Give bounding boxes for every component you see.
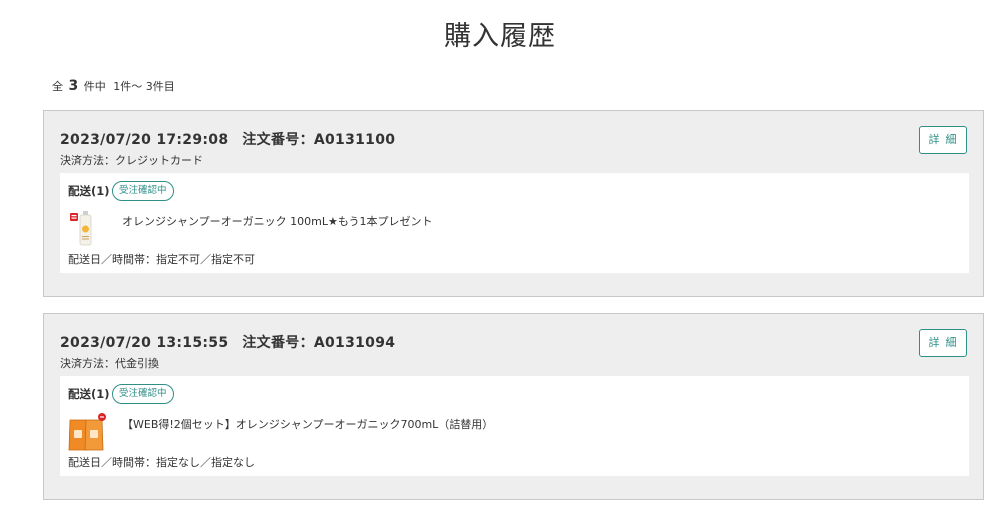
order-header: 2023/07/20 17:29:08 注文番号：A0131100 <box>60 129 395 149</box>
count-prefix: 全 <box>52 80 63 93</box>
status-badge: 受注確認中 <box>112 384 174 404</box>
order-card: 2023/07/20 17:29:08 注文番号：A0131100 決済方法：クレ… <box>43 110 984 297</box>
shipment-box: 配送(1) 受注確認中 オレンジシャンプーオーガニック 100mL★もう1本プレ… <box>60 173 969 273</box>
detail-button[interactable]: 詳細 <box>919 126 967 154</box>
payment-method: 決済方法：クレジットカード <box>60 154 203 167</box>
count-suffix: 件中 <box>83 80 106 93</box>
order-number: 注文番号：A0131094 <box>242 335 396 351</box>
shipment-label: 配送(1) <box>68 184 110 198</box>
shipment-label: 配送(1) <box>68 387 110 401</box>
status-badge: 受注確認中 <box>112 181 174 201</box>
result-count: 全 3 件中 1件〜 3件目 <box>52 78 175 94</box>
shipment-box: 配送(1) 受注確認中 【WEB得!2個セット】オレンジシャンプーオーガニック7… <box>60 376 969 476</box>
order-datetime: 2023/07/20 17:29:08 <box>60 132 229 148</box>
order-datetime: 2023/07/20 13:15:55 <box>60 335 229 351</box>
delivery-info: 配送日／時間帯：指定不可／指定不可 <box>68 253 255 266</box>
count-total: 3 <box>68 78 79 94</box>
product-name[interactable]: オレンジシャンプーオーガニック 100mL★もう1本プレゼント <box>122 213 433 229</box>
product-name[interactable]: 【WEB得!2個セット】オレンジシャンプーオーガニック700mL（詰替用） <box>122 416 493 432</box>
page-title: 購入履歴 <box>444 21 556 52</box>
order-header: 2023/07/20 13:15:55 注文番号：A0131094 <box>60 332 395 352</box>
refill-pouch-icon[interactable] <box>68 412 108 452</box>
detail-button[interactable]: 詳細 <box>919 329 967 357</box>
order-number: 注文番号：A0131100 <box>242 132 396 148</box>
order-card: 2023/07/20 13:15:55 注文番号：A0131094 決済方法：代金… <box>43 313 984 500</box>
payment-method: 決済方法：代金引換 <box>60 357 159 370</box>
delivery-info: 配送日／時間帯：指定なし／指定なし <box>68 456 255 469</box>
count-range: 1件〜 3件目 <box>113 80 175 93</box>
shampoo-bottle-icon[interactable] <box>68 209 102 249</box>
